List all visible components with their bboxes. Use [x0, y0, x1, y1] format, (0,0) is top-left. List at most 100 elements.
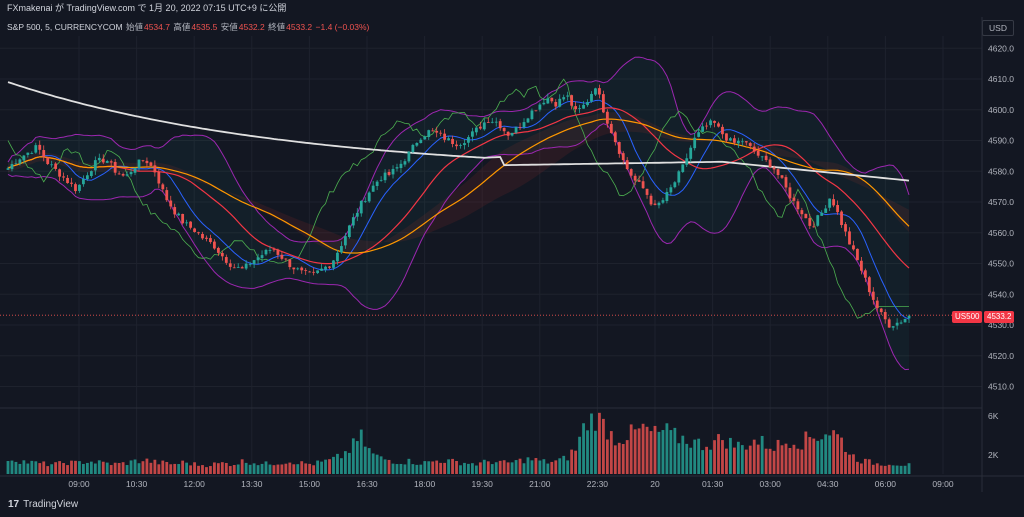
volume-bar [867, 459, 871, 474]
volume-bar [455, 460, 458, 474]
candle-body [228, 263, 232, 267]
volume-bar [312, 465, 316, 474]
candle-body [46, 157, 50, 165]
volume-bar [58, 461, 62, 474]
candle-body [570, 95, 574, 106]
candle-body [216, 247, 220, 253]
volume-bar [756, 444, 760, 474]
candle-body [756, 150, 760, 156]
candle-body [705, 125, 708, 127]
volume-bar [216, 463, 220, 474]
candle-body [514, 127, 518, 133]
candle-body [54, 163, 58, 169]
volume-bar [895, 465, 899, 474]
candle-body [776, 169, 780, 175]
candle-body [852, 245, 855, 250]
candle-body [621, 153, 625, 161]
candle-body [439, 132, 443, 134]
candle-body [347, 225, 351, 238]
candle-body [661, 200, 665, 203]
candle-body [14, 163, 18, 165]
volume-bar [510, 462, 514, 474]
volume-bar [89, 461, 93, 474]
volume-bar [137, 463, 141, 474]
candle-body [788, 187, 792, 199]
candle-body [693, 137, 697, 149]
candle-body [601, 94, 605, 113]
candle-body [371, 185, 375, 192]
candle-body [34, 145, 38, 153]
time-tick-label: 03:00 [760, 479, 782, 489]
volume-bar [54, 462, 58, 474]
volume-bar [637, 428, 641, 474]
price-tick-label: 4510.0 [988, 382, 1014, 392]
volume-bar [256, 465, 260, 474]
volume-bar [399, 463, 403, 474]
candle-body [50, 164, 54, 166]
candle-body [736, 140, 740, 144]
volume-bar [371, 453, 375, 474]
volume-bar [534, 458, 538, 474]
candle-body [82, 179, 85, 185]
volume-bar [649, 431, 653, 474]
candle-body [332, 260, 335, 268]
volume-bar [50, 464, 54, 474]
candle-body [276, 249, 280, 255]
volume-bar [328, 459, 331, 474]
candle-body [121, 174, 125, 176]
volume-bar [522, 463, 526, 474]
candle-body [185, 222, 189, 224]
volume-bar [459, 465, 462, 474]
candle-body [824, 208, 828, 214]
candle-body [387, 172, 391, 175]
tradingview-brand[interactable]: 17 TradingView [8, 498, 78, 512]
volume-bar [744, 449, 748, 474]
volume-bar [18, 463, 22, 474]
volume-bar [447, 459, 450, 474]
volume-bar [661, 430, 665, 474]
candle-body [828, 198, 832, 208]
candle-body [764, 155, 768, 161]
volume-tick-label: 6K [988, 411, 999, 421]
candle-body [875, 300, 879, 309]
candle-body [62, 176, 65, 178]
volume-bar [101, 461, 105, 474]
volume-bar [792, 444, 796, 474]
candle-body [657, 202, 661, 206]
volume-bar [677, 443, 681, 474]
volume-bar [189, 465, 192, 474]
volume-bar [213, 462, 216, 474]
volume-bar [752, 439, 756, 474]
candle-body [907, 315, 911, 319]
candle-body [498, 121, 502, 129]
candle-body [554, 102, 558, 107]
volume-bar [502, 460, 506, 474]
volume-bar [879, 465, 883, 474]
volume-bar [824, 434, 828, 474]
price-tick-label: 4570.0 [988, 197, 1014, 207]
volume-bar [113, 462, 117, 474]
candle-body [451, 138, 454, 144]
candle-body [141, 160, 145, 162]
candle-body [379, 179, 383, 181]
candle-body [375, 181, 379, 186]
candle-body [546, 98, 550, 104]
volume-bar [717, 434, 720, 474]
volume-bar [768, 448, 772, 474]
candle-body [403, 161, 407, 165]
price-chart[interactable]: 4620.0 4610.0 4600.0 4590.0 4580.0 4570.0 4560… [0, 0, 1024, 492]
volume-bar [729, 437, 732, 474]
price-tick-label: 4560.0 [988, 228, 1014, 238]
candle-body [697, 132, 701, 137]
candle-body [363, 201, 367, 202]
volume-bar [14, 461, 18, 474]
candle-body [732, 138, 736, 143]
volume-bar [832, 430, 836, 474]
candle-body [153, 165, 157, 173]
volume-bar [292, 464, 296, 474]
volume-bar [264, 461, 268, 474]
candle-body [70, 182, 73, 184]
volume-bar [594, 430, 597, 474]
volume-bar [10, 460, 14, 474]
volume-bar [852, 454, 855, 474]
